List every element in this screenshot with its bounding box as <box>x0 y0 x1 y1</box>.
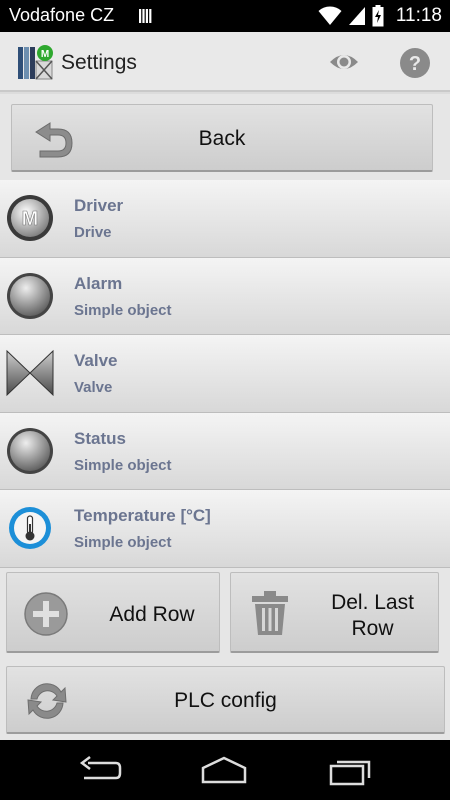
delete-last-row-button[interactable]: Del. Last Row <box>230 572 439 653</box>
settings-content: Back M Driver Drive Alarm Simple object <box>0 94 450 740</box>
status-bar: Vodafone CZ 11:18 <box>0 0 450 32</box>
list-item-subtitle: Simple object <box>74 301 172 319</box>
gray-lamp-icon <box>7 427 53 474</box>
add-row-button[interactable]: Add Row <box>6 572 220 653</box>
status-icons: 11:18 <box>318 4 442 28</box>
list-item-subtitle: Simple object <box>74 456 172 474</box>
clock: 11:18 <box>395 5 442 26</box>
plc-config-label: PLC config <box>174 689 277 712</box>
list-item-subtitle: Drive <box>74 224 112 241</box>
delete-last-row-label: Del. Last Row <box>307 590 438 642</box>
page-title: Settings <box>61 51 137 74</box>
back-button[interactable]: Back <box>11 104 433 172</box>
list-item-temperature[interactable]: Temperature [°C] Simple object <box>0 490 450 568</box>
list-item-status[interactable]: Status Simple object <box>0 412 450 490</box>
list-item-title: Alarm <box>74 273 123 293</box>
back-button-label: Back <box>198 127 246 150</box>
svg-text:M: M <box>41 49 49 60</box>
plus-circle-icon <box>24 592 68 636</box>
delete-label-line1: Del. Last <box>331 591 414 614</box>
svg-text:M: M <box>22 208 39 230</box>
list-item-subtitle: Valve <box>74 379 113 396</box>
wifi-icon <box>318 6 342 25</box>
carrier-name: Vodafone CZ <box>9 5 115 25</box>
back-icon[interactable] <box>76 754 124 786</box>
app-logo-icon[interactable]: M <box>17 43 53 81</box>
add-row-label: Add Row <box>109 603 195 626</box>
thermometer-icon <box>9 507 51 549</box>
eye-icon[interactable] <box>327 46 361 78</box>
list-item-alarm[interactable]: Alarm Simple object <box>0 257 450 335</box>
battery-icon <box>372 5 384 27</box>
gray-lamp-icon <box>7 272 53 319</box>
motor-icon: M <box>7 195 53 241</box>
signal-icon <box>348 7 365 25</box>
list-item-valve[interactable]: Valve Valve <box>0 335 450 413</box>
navigation-bar <box>0 740 450 800</box>
list-item-title: Temperature [°C] <box>74 506 211 525</box>
delete-label-line2: Row <box>351 617 394 640</box>
list-item-driver[interactable]: M Driver Drive <box>0 180 450 258</box>
list-item-subtitle: Simple object <box>74 534 172 551</box>
list-item-title: Valve <box>74 351 118 370</box>
svg-text:?: ? <box>409 53 421 75</box>
list-item-title: Driver <box>74 196 124 215</box>
help-icon[interactable]: ? <box>398 46 432 80</box>
object-list: M Driver Drive Alarm Simple object Valve… <box>0 180 450 568</box>
trash-icon <box>252 591 288 635</box>
list-item-title: Status <box>74 428 126 448</box>
sim-icon <box>139 9 152 23</box>
action-bar: M Settings ? <box>0 32 450 92</box>
valve-icon <box>6 349 54 397</box>
home-icon[interactable] <box>200 754 248 786</box>
plc-config-button[interactable]: PLC config <box>6 666 445 734</box>
recents-icon[interactable] <box>327 754 375 786</box>
